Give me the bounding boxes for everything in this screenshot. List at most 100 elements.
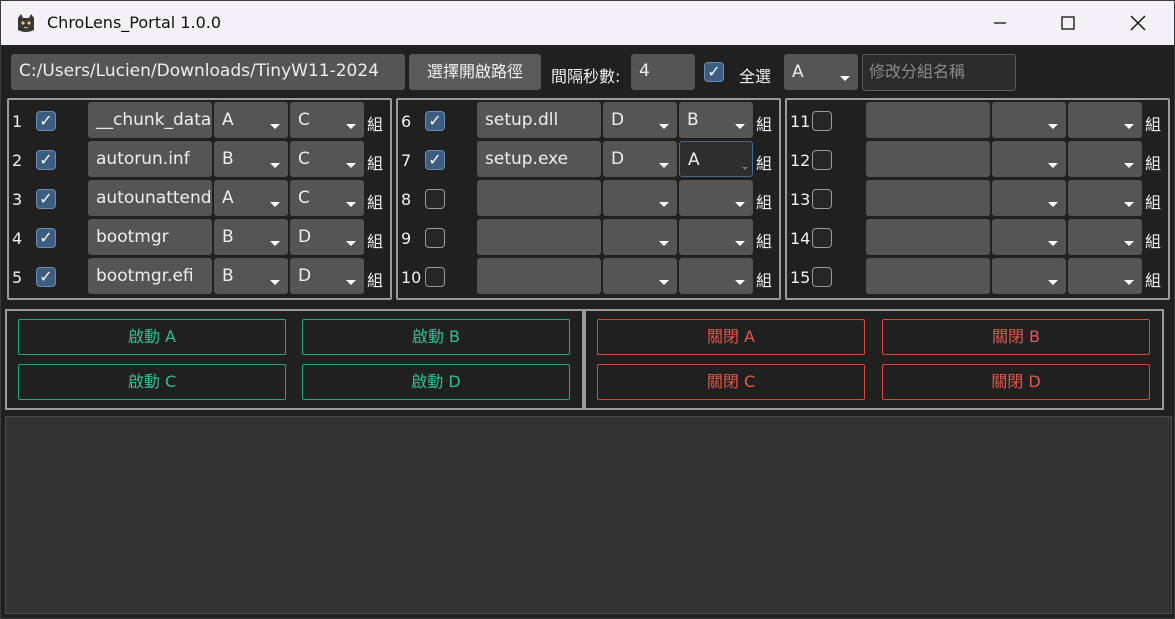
close-a-button[interactable]: 關閉 A (597, 319, 865, 355)
file-name-field[interactable]: __chunk_data (88, 102, 212, 138)
group-1-select[interactable] (992, 102, 1066, 138)
group-2-select[interactable] (1068, 180, 1142, 216)
chevron-down-icon (742, 167, 748, 170)
group-1-select[interactable] (992, 219, 1066, 255)
group-1-value: B (222, 266, 234, 286)
chevron-down-icon (840, 76, 850, 81)
group-1-select[interactable] (603, 219, 677, 255)
group-2-select[interactable]: D (290, 219, 364, 255)
row-checkbox[interactable] (812, 111, 832, 131)
maximize-button[interactable] (1045, 1, 1091, 45)
group-1-select[interactable] (603, 180, 677, 216)
log-output-area[interactable] (5, 416, 1172, 614)
path-input[interactable]: C:/Users/Lucien/Downloads/TinyW11-2024 (11, 54, 405, 90)
row-checkbox[interactable]: ✓ (36, 267, 56, 287)
row-checkbox[interactable]: ✓ (36, 150, 56, 170)
group-2-select[interactable] (679, 180, 753, 216)
group-2-value: B (687, 110, 699, 130)
select-all-label: 全選 (739, 67, 772, 86)
close-b-button[interactable]: 關閉 B (882, 319, 1150, 355)
file-name-field[interactable] (866, 258, 990, 294)
group-1-select[interactable]: A (214, 102, 288, 138)
group-select[interactable]: A (784, 54, 858, 90)
rename-group-input[interactable]: 修改分組名稱 (862, 54, 1016, 91)
group-1-select[interactable] (992, 258, 1066, 294)
chevron-down-icon (1048, 124, 1058, 129)
file-name-field[interactable]: autounattend (88, 180, 212, 216)
file-name-field[interactable] (477, 258, 601, 294)
group-1-select[interactable]: B (214, 141, 288, 177)
group-1-select[interactable]: B (214, 219, 288, 255)
file-name-field[interactable]: setup.exe (477, 141, 601, 177)
group-2-select[interactable]: B (679, 102, 753, 138)
chevron-down-icon (659, 163, 669, 168)
group-1-select[interactable]: B (214, 258, 288, 294)
file-name-field[interactable]: bootmgr (88, 219, 212, 255)
group-2-select[interactable]: D (290, 258, 364, 294)
group-2-select[interactable]: C (290, 141, 364, 177)
group-2-select[interactable] (679, 219, 753, 255)
group-2-select[interactable]: C (290, 102, 364, 138)
file-name-field[interactable] (477, 180, 601, 216)
group-1-select[interactable] (603, 258, 677, 294)
chevron-down-icon (735, 241, 745, 246)
row-checkbox[interactable] (425, 228, 445, 248)
file-name-field[interactable]: autorun.inf (88, 141, 212, 177)
group-2-select[interactable]: C (290, 180, 364, 216)
row-checkbox[interactable] (812, 150, 832, 170)
group-2-value: C (298, 149, 310, 169)
row-checkbox[interactable] (812, 189, 832, 209)
group-2-value: C (298, 110, 310, 130)
close-c-button[interactable]: 關閉 C (597, 364, 865, 400)
row-checkbox[interactable]: ✓ (36, 111, 56, 131)
file-name-field[interactable] (866, 219, 990, 255)
chevron-down-icon (735, 124, 745, 129)
chevron-down-icon (659, 280, 669, 285)
file-name-field[interactable]: setup.dll (477, 102, 601, 138)
group-1-select[interactable]: D (603, 141, 677, 177)
row-checkbox[interactable] (425, 189, 445, 209)
file-name-field[interactable] (866, 141, 990, 177)
row-checkbox[interactable]: ✓ (425, 111, 445, 131)
app-window: ChroLens_Portal 1.0.0 C:/Users/Lucien/Do… (0, 0, 1175, 619)
group-1-select[interactable] (992, 141, 1066, 177)
start-a-button[interactable]: 啟動 A (18, 319, 286, 355)
minimize-button[interactable] (977, 1, 1023, 45)
start-b-button[interactable]: 啟動 B (302, 319, 570, 355)
file-name-field[interactable] (866, 102, 990, 138)
chevron-down-icon (1048, 280, 1058, 285)
group-2-select[interactable] (1068, 141, 1142, 177)
group-1-select[interactable]: D (603, 102, 677, 138)
close-window-button[interactable] (1115, 1, 1161, 45)
group-2-select[interactable] (1068, 102, 1142, 138)
group-1-value: A (222, 110, 234, 130)
chevron-down-icon (346, 163, 356, 168)
row-number: 9 (401, 229, 412, 248)
close-d-button[interactable]: 關閉 D (882, 364, 1150, 400)
group-2-value: D (298, 266, 312, 286)
file-name-field[interactable]: bootmgr.efi (88, 258, 212, 294)
choose-path-button[interactable]: 選擇開啟路徑 (409, 54, 541, 90)
group-2-select[interactable] (1068, 258, 1142, 294)
group-2-select[interactable]: A (679, 141, 753, 177)
row-checkbox[interactable] (812, 228, 832, 248)
file-name-field[interactable] (477, 219, 601, 255)
start-d-button[interactable]: 啟動 D (302, 364, 570, 400)
select-all-checkbox[interactable]: ✓ (704, 62, 724, 82)
group-2-select[interactable] (679, 258, 753, 294)
start-c-button[interactable]: 啟動 C (18, 364, 286, 400)
row-checkbox[interactable]: ✓ (36, 189, 56, 209)
row-checkbox[interactable] (812, 267, 832, 287)
chevron-down-icon (1124, 124, 1134, 129)
group-1-select[interactable] (992, 180, 1066, 216)
chevron-down-icon (735, 202, 745, 207)
chevron-down-icon (1124, 280, 1134, 285)
row-checkbox[interactable]: ✓ (425, 150, 445, 170)
group-2-select[interactable] (1068, 219, 1142, 255)
row-number: 2 (12, 151, 23, 170)
file-name-field[interactable] (866, 180, 990, 216)
interval-input[interactable]: 4 (631, 54, 695, 90)
row-checkbox[interactable] (425, 267, 445, 287)
row-checkbox[interactable]: ✓ (36, 228, 56, 248)
group-1-select[interactable]: A (214, 180, 288, 216)
